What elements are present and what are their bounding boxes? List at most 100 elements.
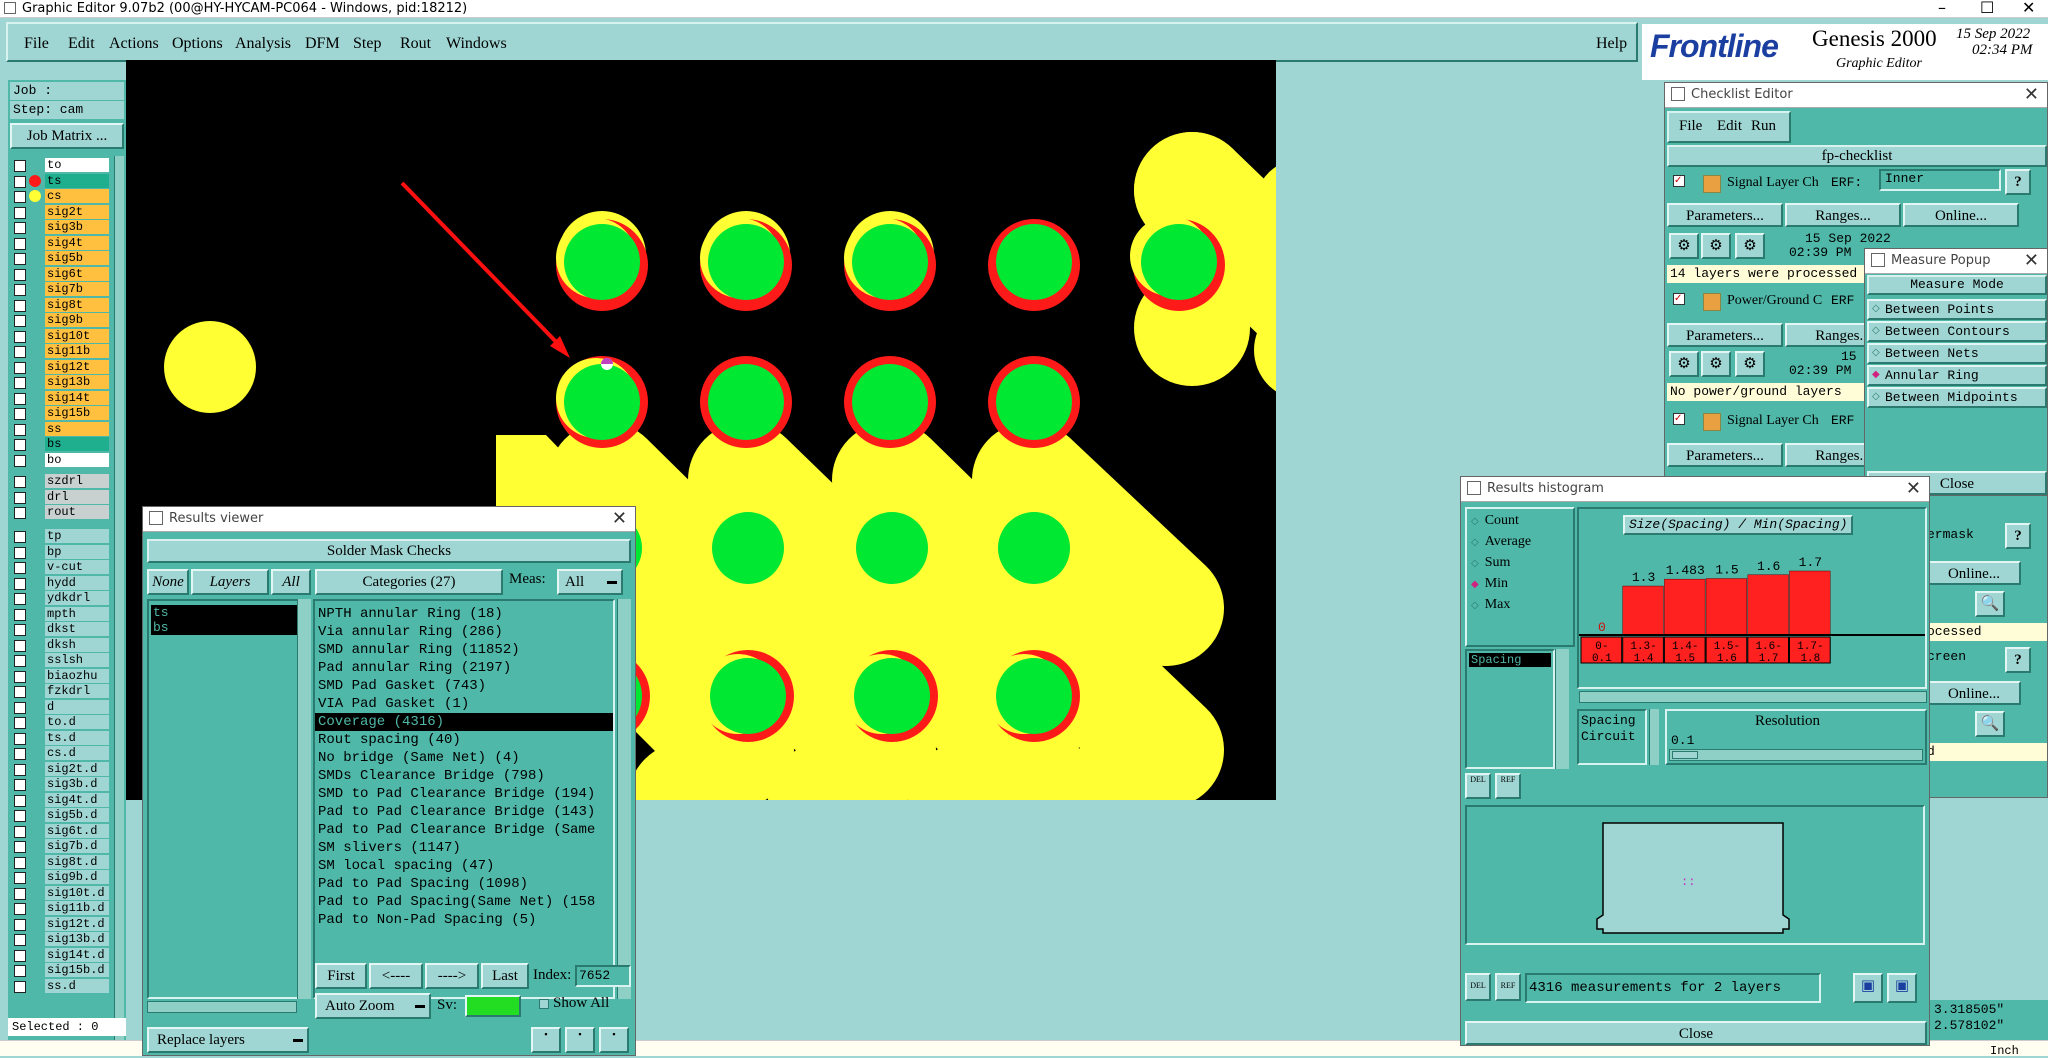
layer-checkbox[interactable] bbox=[14, 253, 26, 265]
circuit-list-vscroll[interactable] bbox=[1649, 709, 1659, 765]
category-item[interactable]: Pad to Pad Clearance Bridge (Same bbox=[315, 821, 613, 839]
layer-row-dkst[interactable]: dkst bbox=[8, 622, 124, 637]
undo-icon-button[interactable]: ▪ bbox=[599, 1027, 629, 1053]
menu-actions[interactable]: Actions bbox=[109, 24, 159, 64]
show-all-checkbox[interactable] bbox=[539, 999, 549, 1009]
layer-scrollbar[interactable] bbox=[114, 156, 124, 1044]
layer-row-sig7b[interactable]: sig7b bbox=[8, 282, 124, 297]
close-window-button[interactable]: ✕ bbox=[2022, 0, 2035, 17]
layer-checkbox[interactable] bbox=[14, 918, 26, 931]
layer-row-sig8t-d[interactable]: sig8t.d bbox=[8, 854, 124, 870]
layer-row-sig9b[interactable]: sig9b bbox=[8, 313, 124, 328]
row1-run3-icon[interactable]: ⚙ bbox=[1735, 233, 1765, 259]
histogram-export2-icon[interactable]: ▣ bbox=[1887, 973, 1917, 1003]
layer-row-sig13b[interactable]: sig13b bbox=[8, 375, 124, 390]
histogram-ref2-button[interactable]: REF bbox=[1495, 973, 1521, 1001]
histogram-del2-button[interactable]: DEL bbox=[1465, 973, 1491, 1001]
row2-run2-icon[interactable]: ⚙ bbox=[1701, 351, 1731, 377]
layer-row-sig15b-d[interactable]: sig15b.d bbox=[8, 963, 124, 978]
menu-help[interactable]: Help bbox=[1596, 24, 1627, 64]
last-button[interactable]: Last bbox=[481, 963, 529, 989]
histogram-circuit-list[interactable]: Spacing Circuit bbox=[1577, 709, 1647, 765]
layer-checkbox[interactable] bbox=[14, 732, 26, 745]
index-input[interactable]: 7652 bbox=[575, 965, 631, 987]
sv-color-swatch[interactable] bbox=[465, 995, 521, 1017]
row3-parameters-button[interactable]: Parameters... bbox=[1667, 443, 1783, 467]
category-item[interactable]: NPTH annular Ring (18) bbox=[315, 605, 613, 623]
layer-checkbox[interactable] bbox=[14, 206, 26, 219]
category-item[interactable]: Coverage (4316) bbox=[315, 713, 613, 731]
histogram-export-icon[interactable]: ▣ bbox=[1853, 973, 1883, 1003]
layer-row-ts[interactable]: ts bbox=[8, 173, 124, 189]
resolution-slider-thumb[interactable] bbox=[1672, 751, 1698, 759]
layer-row-sig13b-d[interactable]: sig13b.d bbox=[8, 932, 124, 947]
layer-row-sig2t-d[interactable]: sig2t.d bbox=[8, 761, 124, 777]
menu-rout[interactable]: Rout bbox=[400, 24, 431, 64]
layer-checkbox[interactable] bbox=[14, 237, 26, 250]
category-item[interactable]: Pad to Pad Spacing(Same Net) (158 bbox=[315, 893, 613, 911]
layer-row-sig5b[interactable]: sig5b bbox=[8, 251, 124, 266]
histogram-option-count[interactable]: ◇ Count bbox=[1471, 513, 1519, 533]
layer-checkbox[interactable] bbox=[14, 423, 26, 436]
layer-checkbox[interactable] bbox=[14, 717, 26, 729]
side-online-button[interactable]: Online... bbox=[1927, 561, 2021, 585]
layer-row-bp[interactable]: bp bbox=[8, 544, 124, 560]
measure-close-icon[interactable]: ✕ bbox=[2024, 249, 2039, 273]
layer-row-sig12t-d[interactable]: sig12t.d bbox=[8, 916, 124, 932]
meas-dropdown[interactable]: All ▬ bbox=[557, 569, 623, 595]
layer-checkbox[interactable] bbox=[14, 531, 26, 543]
layer-row-sig4t[interactable]: sig4t bbox=[8, 235, 124, 251]
histogram-option-average[interactable]: ◇ Average bbox=[1471, 534, 1531, 554]
category-item[interactable]: Pad annular Ring (2197) bbox=[315, 659, 613, 677]
category-item[interactable]: SMD Pad Gasket (743) bbox=[315, 677, 613, 695]
minimize-button[interactable]: – bbox=[1938, 0, 1946, 17]
category-item[interactable]: Pad to Non-Pad Spacing (5) bbox=[315, 911, 613, 929]
category-item[interactable]: Pad to Pad Spacing (1098) bbox=[315, 875, 613, 893]
layer-row-sig10t-d[interactable]: sig10t.d bbox=[8, 885, 124, 901]
histogram-ref-button[interactable]: REF bbox=[1495, 773, 1521, 799]
histogram-bar[interactable] bbox=[1747, 574, 1789, 636]
histogram-bar[interactable] bbox=[1622, 585, 1664, 636]
layer-row-sig2t[interactable]: sig2t bbox=[8, 204, 124, 220]
layer-checkbox[interactable] bbox=[14, 361, 26, 374]
layer-row-mpth[interactable]: mpth bbox=[8, 606, 124, 622]
layer-checkbox[interactable] bbox=[14, 825, 26, 838]
row1-online-button[interactable]: Online... bbox=[1903, 203, 2019, 227]
layer-checkbox[interactable] bbox=[14, 191, 26, 203]
layer-row-d[interactable]: d bbox=[8, 699, 124, 715]
layer-row-sig6t[interactable]: sig6t bbox=[8, 266, 124, 282]
ref-icon-button[interactable]: ▪ bbox=[565, 1027, 595, 1053]
layer-row-sig14t[interactable]: sig14t bbox=[8, 390, 124, 406]
layer-row-ydkdrl[interactable]: ydkdrl bbox=[8, 591, 124, 606]
histogram-hscroll[interactable] bbox=[1579, 691, 1927, 703]
category-item[interactable]: SM slivers (1147) bbox=[315, 839, 613, 857]
category-item[interactable]: SMD annular Ring (11852) bbox=[315, 641, 613, 659]
layer-row-cs-d[interactable]: cs.d bbox=[8, 746, 124, 761]
layer-checkbox[interactable] bbox=[14, 856, 26, 869]
layer-checkbox[interactable] bbox=[14, 222, 26, 234]
category-item[interactable]: SMD to Pad Clearance Bridge (194) bbox=[315, 785, 613, 803]
layer-checkbox[interactable] bbox=[14, 872, 26, 884]
del-icon-button[interactable]: ▪ bbox=[531, 1027, 561, 1053]
histogram-close-button[interactable]: Close bbox=[1465, 1021, 1927, 1045]
menu-dfm[interactable]: DFM bbox=[305, 24, 340, 64]
layer-checkbox[interactable] bbox=[14, 562, 26, 574]
category-item[interactable]: SM local spacing (47) bbox=[315, 857, 613, 875]
layer-checkbox[interactable] bbox=[14, 810, 26, 822]
next-button[interactable]: ----> bbox=[425, 963, 479, 989]
measure-mode-between-nets[interactable]: ◇ Between Nets bbox=[1867, 343, 2047, 364]
layer-row-to-d[interactable]: to.d bbox=[8, 715, 124, 730]
layer-checkbox[interactable] bbox=[14, 546, 26, 559]
layer-checkbox[interactable] bbox=[14, 175, 26, 188]
layer-row-sig7b-d[interactable]: sig7b.d bbox=[8, 839, 124, 854]
side-zoom2-icon[interactable]: 🔍 bbox=[1975, 711, 2005, 737]
menu-analysis[interactable]: Analysis bbox=[235, 24, 291, 64]
histogram-bar[interactable] bbox=[1705, 578, 1748, 636]
layer-row-sslsh[interactable]: sslsh bbox=[8, 653, 124, 668]
checklist-menu-file[interactable]: File bbox=[1679, 118, 1702, 135]
layer-checkbox[interactable] bbox=[14, 934, 26, 946]
layer-checkbox[interactable] bbox=[14, 655, 26, 667]
side-zoom-icon[interactable]: 🔍 bbox=[1975, 591, 2005, 617]
layer-row-bo[interactable]: bo bbox=[8, 452, 124, 468]
row2-run-icon[interactable]: ⚙ bbox=[1669, 351, 1699, 377]
